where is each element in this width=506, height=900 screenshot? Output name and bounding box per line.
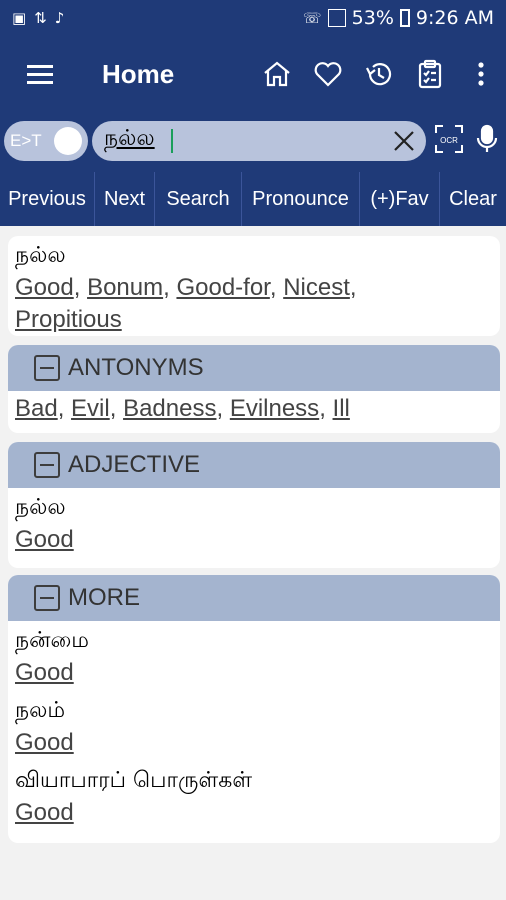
history-icon[interactable]	[353, 36, 404, 112]
antonym-link[interactable]: Ill	[333, 395, 350, 422]
translation-list: Good, Bonum, Good-for, Nicest, Propitiou…	[15, 274, 357, 333]
battery-percent: 53%	[351, 7, 394, 29]
home-icon[interactable]	[251, 36, 302, 112]
search-row: E>T நல்ல OCR	[0, 112, 506, 172]
section-label: MORE	[68, 584, 140, 611]
more-tamil-word: நலம்	[15, 698, 66, 723]
translation-link[interactable]: Propitious	[15, 306, 122, 333]
toggle-knob	[54, 127, 82, 155]
text-cursor	[171, 129, 173, 153]
antonym-link[interactable]: Bad	[15, 395, 58, 422]
translation-link[interactable]: Good	[15, 729, 74, 756]
antonyms-section: ANTONYMS Bad, Evil, Badness, Evilness, I…	[8, 345, 500, 433]
antonyms-header[interactable]: ANTONYMS	[8, 345, 500, 391]
pronounce-button[interactable]: Pronounce	[242, 172, 360, 226]
close-icon[interactable]	[392, 129, 416, 153]
mic-icon[interactable]	[474, 124, 500, 154]
search-query: நல்ல	[104, 126, 155, 151]
action-toolbar: Previous Next Search Pronounce (+)Fav Cl…	[0, 172, 506, 226]
svg-text:OCR: OCR	[440, 136, 458, 145]
more-vert-icon[interactable]	[455, 36, 506, 112]
result-tamil-word: நல்ல	[15, 243, 66, 268]
translation-link[interactable]: Good	[15, 799, 74, 826]
system-status: ☏ 53% 9:26 AM	[303, 7, 494, 29]
translation-link[interactable]: Good	[15, 274, 74, 301]
sync-icon: ⇅	[34, 9, 47, 27]
antonym-link[interactable]: Evil	[71, 395, 110, 422]
antonym-link[interactable]: Evilness	[230, 395, 319, 422]
clipboard-icon[interactable]	[404, 36, 455, 112]
translation-link[interactable]: Good-for	[176, 274, 269, 301]
translation-link[interactable]: Good	[15, 526, 74, 553]
search-button[interactable]: Search	[155, 172, 242, 226]
heart-icon[interactable]	[302, 36, 353, 112]
status-bar: ▣ ⇅ ♪ ☏ 53% 9:26 AM	[0, 0, 506, 36]
music-note-icon: ♪	[54, 9, 65, 27]
clear-button[interactable]: Clear	[440, 172, 506, 226]
app-bar: Home	[0, 36, 506, 112]
clock: 9:26 AM	[415, 7, 494, 29]
more-header[interactable]: MORE	[8, 575, 500, 621]
notification-icons: ▣ ⇅ ♪	[12, 9, 64, 27]
previous-button[interactable]: Previous	[0, 172, 95, 226]
book-icon: ▣	[12, 9, 27, 27]
main-result-card: நல்ல Good, Bonum, Good-for, Nicest, Prop…	[8, 236, 500, 336]
page-title: Home	[102, 58, 175, 89]
signal-icon	[327, 9, 346, 27]
antonym-list: Bad, Evil, Badness, Evilness, Ill	[15, 395, 350, 422]
translation-link[interactable]: Good	[15, 659, 74, 686]
more-tamil-word: நன்மை	[15, 628, 89, 653]
language-toggle[interactable]: E>T	[4, 121, 88, 161]
search-input[interactable]: நல்ல	[92, 121, 426, 161]
app-bar-actions	[251, 36, 506, 112]
next-button[interactable]: Next	[95, 172, 155, 226]
collapse-icon[interactable]	[34, 585, 60, 611]
adjective-header[interactable]: ADJECTIVE	[8, 442, 500, 488]
toggle-label: E>T	[10, 131, 42, 150]
collapse-icon[interactable]	[34, 355, 60, 381]
antonym-link[interactable]: Badness	[123, 395, 216, 422]
section-label: ANTONYMS	[68, 354, 204, 381]
menu-icon[interactable]	[0, 36, 80, 112]
translation-link[interactable]: Bonum	[87, 274, 163, 301]
add-favorite-button[interactable]: (+)Fav	[360, 172, 440, 226]
ocr-icon[interactable]: OCR	[434, 124, 464, 154]
more-tamil-word: வியாபாரப் பொருள்கள்	[15, 768, 253, 793]
battery-icon	[399, 9, 410, 27]
section-label: ADJECTIVE	[68, 451, 201, 478]
translation-link[interactable]: Nicest	[283, 274, 350, 301]
adjective-tamil-word: நல்ல	[15, 495, 66, 520]
collapse-icon[interactable]	[34, 452, 60, 478]
call-icon: ☏	[302, 9, 322, 27]
more-section: MORE நன்மை Good நலம் Good வியாபாரப் பொரு…	[8, 575, 500, 843]
adjective-section: ADJECTIVE நல்ல Good	[8, 442, 500, 568]
